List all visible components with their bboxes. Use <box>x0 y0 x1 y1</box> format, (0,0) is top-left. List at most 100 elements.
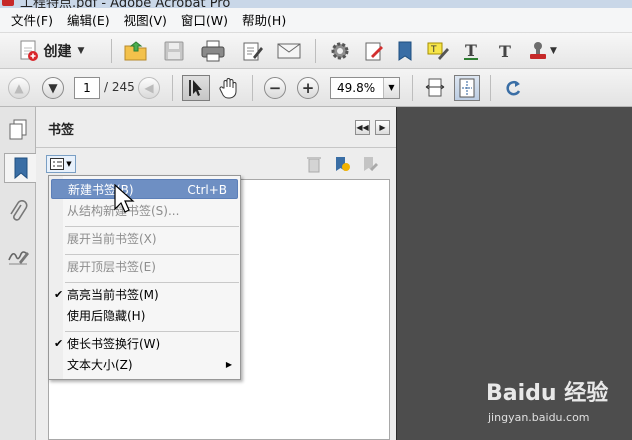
double-chevron-left-icon: ◀◀ <box>356 123 369 132</box>
menu-help[interactable]: 帮助(H) <box>235 8 293 33</box>
settings-button[interactable] <box>326 38 354 64</box>
minus-icon: − <box>268 79 282 97</box>
edit-button[interactable] <box>238 38 266 64</box>
arrow-down-icon: ▼ <box>48 81 58 95</box>
page-thumbnails-button[interactable] <box>4 115 32 145</box>
create-label: 创建 <box>43 44 72 60</box>
toolbar-divider <box>172 75 173 101</box>
chevron-down-icon: ▼ <box>550 46 557 56</box>
watermark-url: jingyan.baidu.com <box>488 411 590 424</box>
baidu-watermark: Baidu 经验 jingyan.baidu.com <box>486 371 626 431</box>
chevron-down-icon: ▼ <box>66 160 72 168</box>
menu-item-highlight-current[interactable]: ✔ 高亮当前书签(M) <box>51 285 238 305</box>
menu-item-new-from-structure[interactable]: 从结构新建书签(S)... <box>51 201 238 221</box>
checkmark-icon: ✔ <box>54 288 64 301</box>
menu-file[interactable]: 文件(F) <box>4 8 60 33</box>
text-underline-button[interactable]: T <box>458 38 484 64</box>
bookmark-properties-button[interactable] <box>360 154 380 174</box>
menu-view[interactable]: 视图(V) <box>117 8 174 33</box>
menu-item-expand-current[interactable]: 展开当前书签(X) <box>51 229 238 249</box>
print-icon <box>201 40 225 62</box>
next-page-button[interactable]: ▼ <box>42 77 64 99</box>
menu-separator <box>65 331 239 332</box>
options-list-icon <box>50 158 65 170</box>
acrobat-app-icon <box>2 0 14 6</box>
text-underline-icon: T <box>464 41 478 60</box>
rotate-button[interactable] <box>500 75 526 101</box>
menu-item-new-bookmark[interactable]: 新建书签(B) Ctrl+B <box>51 179 238 199</box>
chevron-down-icon: ▼ <box>77 46 85 56</box>
edit-icon <box>243 42 263 61</box>
checkmark-icon: ✔ <box>54 337 64 350</box>
delete-bookmark-button[interactable] <box>304 154 324 174</box>
zoom-select[interactable]: 49.8% ▼ <box>330 77 400 99</box>
fit-page-icon <box>459 78 475 98</box>
expand-panel-button[interactable]: ▶ <box>375 120 390 135</box>
arrow-left-icon: ◀ <box>144 81 154 95</box>
menu-item-label: 使用后隐藏(H) <box>67 309 146 323</box>
toolbar-divider <box>412 75 413 101</box>
menu-edit[interactable]: 编辑(E) <box>60 8 117 33</box>
previous-page-button[interactable]: ▲ <box>8 77 30 99</box>
fit-width-icon <box>425 78 445 97</box>
options-menu-button[interactable]: ▼ <box>46 155 76 173</box>
menu-item-label: 展开当前书签(X) <box>67 232 157 246</box>
highlight-icon: T <box>427 42 449 60</box>
chevron-down-icon[interactable]: ▼ <box>383 78 399 98</box>
arrow-up-icon: ▲ <box>14 81 24 95</box>
rotate-icon <box>506 80 521 96</box>
save-icon <box>164 41 184 61</box>
create-button[interactable]: 创建 ▼ <box>6 37 96 65</box>
trash-icon <box>307 157 321 173</box>
bookmark-tool-button[interactable] <box>392 38 418 64</box>
zoom-in-button[interactable]: + <box>297 77 319 99</box>
menu-item-text-size[interactable]: 文本大小(Z) ▶ <box>51 355 238 375</box>
panel-title: 书签 <box>48 123 75 138</box>
fit-page-button[interactable] <box>454 75 480 101</box>
sign-button[interactable] <box>360 38 388 64</box>
menu-item-hide-after-use[interactable]: 使用后隐藏(H) <box>51 306 238 326</box>
menu-window[interactable]: 窗口(W) <box>174 8 235 33</box>
email-button[interactable] <box>274 38 304 64</box>
zoom-value: 49.8% <box>337 81 376 95</box>
page-number-input[interactable]: 1 <box>74 77 100 99</box>
submenu-arrow-icon: ▶ <box>225 360 232 369</box>
svg-text:T: T <box>499 42 511 61</box>
toolbar-divider <box>111 39 112 63</box>
text-tool-button[interactable]: T <box>492 38 518 64</box>
highlight-button[interactable]: T <box>424 38 452 64</box>
fit-width-button[interactable] <box>422 75 448 101</box>
attachments-button[interactable] <box>4 197 32 227</box>
hand-tool-button[interactable] <box>216 75 242 101</box>
cursor-arrow-icon <box>189 80 202 96</box>
signatures-button[interactable] <box>4 241 32 271</box>
zoom-out-button[interactable]: − <box>264 77 286 99</box>
menu-item-shortcut: Ctrl+B <box>187 183 227 197</box>
new-bookmark-button[interactable] <box>332 154 352 174</box>
menu-item-label: 高亮当前书签(M) <box>67 288 159 302</box>
menu-item-label: 展开顶层书签(E) <box>67 260 156 274</box>
chevron-right-icon: ▶ <box>379 123 386 132</box>
menu-separator <box>65 254 239 255</box>
new-bookmark-icon <box>336 157 350 171</box>
svg-text:T: T <box>430 45 437 55</box>
collapse-panel-button[interactable]: ◀◀ <box>355 120 370 135</box>
bookmark-options-menu: 新建书签(B) Ctrl+B 从结构新建书签(S)... 展开当前书签(X) 展… <box>48 175 241 380</box>
menu-item-expand-top-level[interactable]: 展开顶层书签(E) <box>51 257 238 277</box>
open-folder-icon <box>124 41 147 61</box>
menu-item-label: 文本大小(Z) <box>67 358 133 372</box>
open-button[interactable] <box>122 38 150 64</box>
menu-item-wrap-long-bookmarks[interactable]: ✔ 使长书签换行(W) <box>51 334 238 354</box>
save-button[interactable] <box>160 38 188 64</box>
sign-icon <box>365 42 383 61</box>
settings-gear-icon <box>331 42 349 60</box>
main-toolbar: 创建 ▼ T T T ▼ <box>0 33 632 69</box>
toolbar-divider <box>315 39 316 63</box>
bookmarks-button[interactable] <box>4 153 37 183</box>
select-tool-button[interactable] <box>182 75 210 101</box>
paperclip-icon <box>10 200 28 221</box>
print-button[interactable] <box>198 38 228 64</box>
last-page-button[interactable]: ◀ <box>138 77 160 99</box>
menu-separator <box>65 282 239 283</box>
stamp-button[interactable]: ▼ <box>524 38 560 64</box>
